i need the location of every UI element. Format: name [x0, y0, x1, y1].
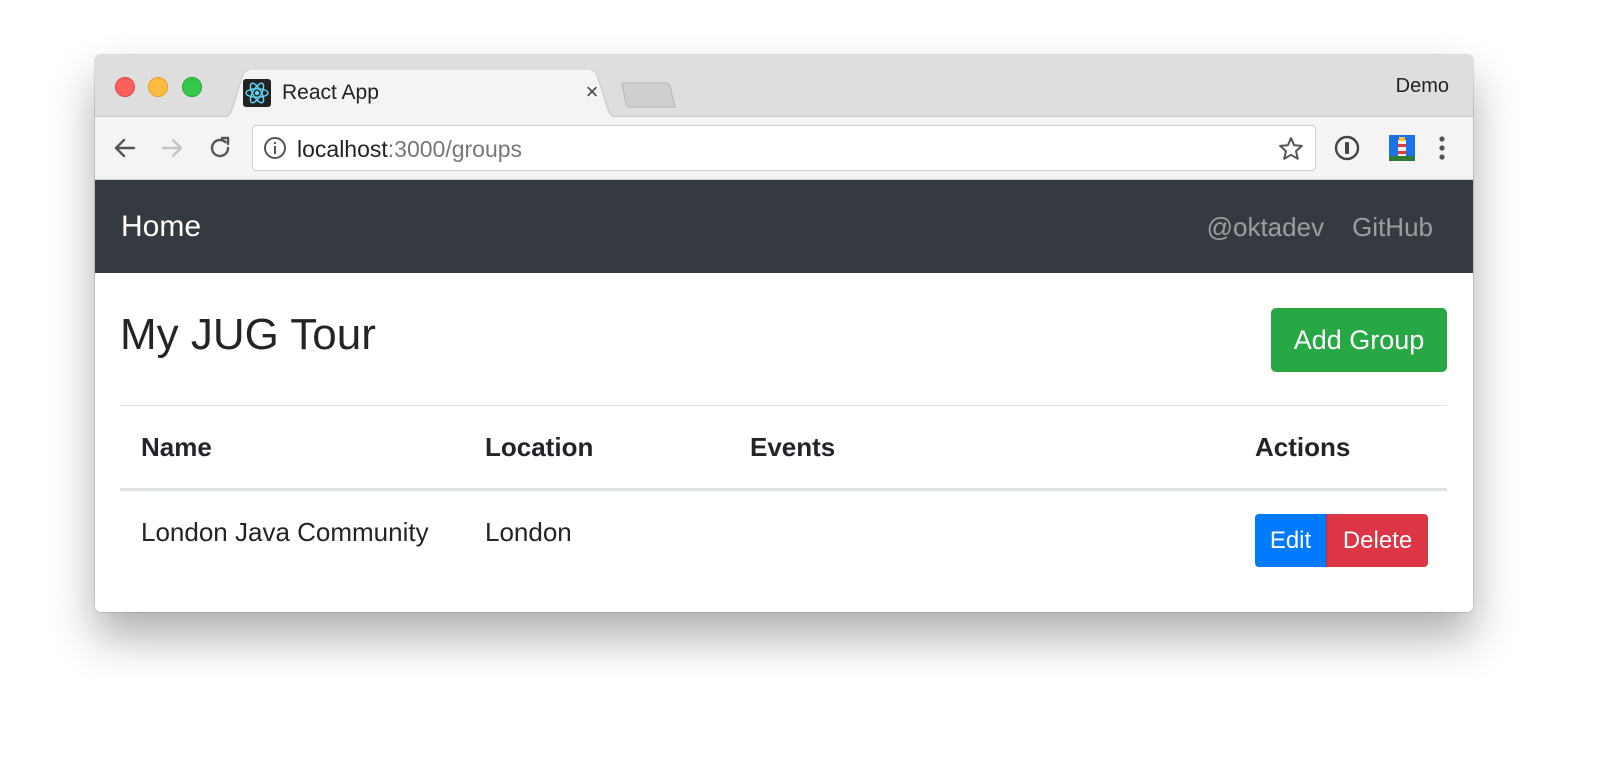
url-host: localhost [297, 136, 388, 162]
cell-name: London Java Community [141, 517, 429, 547]
address-url[interactable]: localhost:3000/groups [297, 136, 522, 163]
url-path: :3000/groups [387, 136, 523, 162]
1password-icon[interactable] [1330, 131, 1364, 165]
column-header-location: Location [464, 405, 729, 491]
back-arrow-icon[interactable] [108, 131, 142, 165]
kebab-menu-icon[interactable] [1425, 131, 1459, 165]
table-header-row: Name Location Events Actions [120, 405, 1447, 491]
nav-brand-home[interactable]: Home [121, 210, 201, 244]
tab-shape [221, 69, 619, 118]
page-title: My JUG Tour [120, 310, 376, 359]
forward-arrow-icon[interactable] [155, 131, 189, 165]
app-navbar: Home @oktadev GitHub [95, 180, 1473, 273]
nav-link-oktadev[interactable]: @oktadev [1207, 212, 1324, 243]
groups-table: Name Location Events Actions London Java… [120, 405, 1447, 576]
zoom-window-button[interactable] [182, 77, 202, 97]
browser-toolbar: localhost:3000/groups [95, 117, 1473, 180]
nav-links: @oktadev GitHub [1207, 212, 1433, 243]
column-header-events: Events [729, 405, 1234, 491]
tab-react-app[interactable]: React App × [221, 69, 619, 118]
lighthouse-icon[interactable] [1385, 131, 1419, 165]
tab-strip: React App × Demo [95, 55, 1473, 118]
table-row: London Java Community London Edit Delete [120, 490, 1447, 576]
add-group-button[interactable]: Add Group [1271, 308, 1447, 372]
minimize-window-button[interactable] [148, 77, 168, 97]
delete-button[interactable]: Delete [1326, 514, 1428, 567]
profile-name[interactable]: Demo [1396, 75, 1449, 98]
tab-title: React App [282, 81, 379, 104]
address-bar[interactable]: localhost:3000/groups [252, 125, 1316, 171]
cell-actions: Edit Delete [1234, 490, 1447, 576]
column-header-actions: Actions [1234, 405, 1447, 491]
new-tab-button[interactable] [620, 81, 676, 109]
browser-window: React App × Demo localhost:3000/groups H… [95, 55, 1473, 612]
info-icon[interactable] [263, 136, 287, 160]
react-logo-icon [243, 79, 271, 107]
star-icon[interactable] [1277, 135, 1305, 163]
close-window-button[interactable] [115, 77, 135, 97]
column-header-name: Name [120, 405, 464, 491]
cell-location: London [485, 517, 572, 547]
reload-icon[interactable] [203, 131, 237, 165]
page-content: My JUG Tour Add Group Name Location Even… [95, 273, 1473, 612]
tab-close-icon[interactable]: × [581, 79, 603, 105]
edit-button[interactable]: Edit [1255, 514, 1326, 567]
cell-events [729, 490, 1234, 576]
nav-link-github[interactable]: GitHub [1352, 212, 1433, 243]
row-actions: Edit Delete [1255, 514, 1428, 567]
